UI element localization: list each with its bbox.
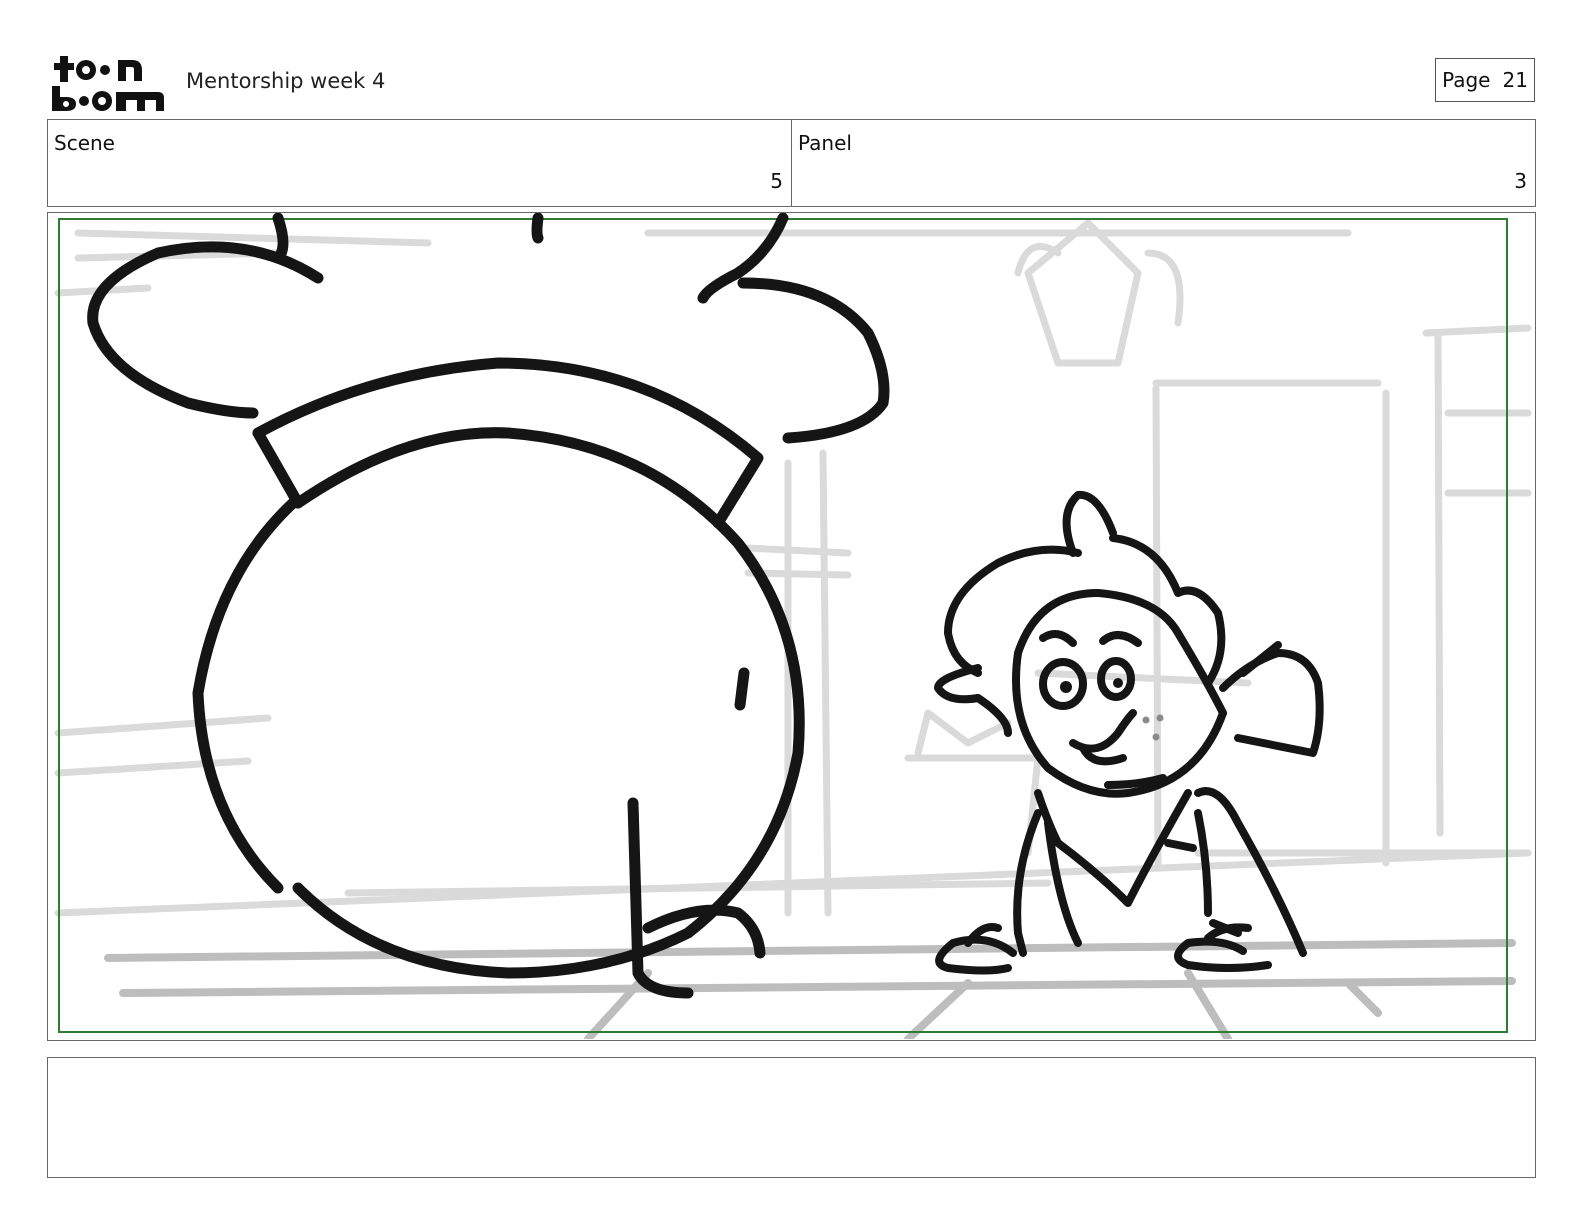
panel-cell: Panel 3 — [791, 120, 1535, 206]
scene-label: Scene — [54, 131, 115, 155]
panel-notes — [47, 1057, 1536, 1178]
pupils — [1060, 678, 1123, 693]
floor-lines — [104, 939, 1516, 1039]
page-indicator: Page 21 — [1435, 58, 1535, 102]
scene-panel-info: Scene 5 Panel 3 — [47, 119, 1536, 207]
foreground-character — [87, 213, 890, 999]
page-number: 21 — [1502, 68, 1528, 92]
storyboard-panel — [47, 212, 1536, 1041]
toon-boom-logo — [52, 56, 164, 111]
scene-cell: Scene 5 — [48, 120, 791, 206]
background-sketch — [54, 219, 1532, 917]
storyboard-drawing — [54, 213, 1532, 1039]
project-title: Mentorship week 4 — [186, 69, 386, 93]
panel-label: Panel — [798, 131, 852, 155]
scene-value: 5 — [770, 169, 783, 193]
page-label: Page — [1442, 68, 1491, 92]
panel-value: 3 — [1514, 169, 1527, 193]
